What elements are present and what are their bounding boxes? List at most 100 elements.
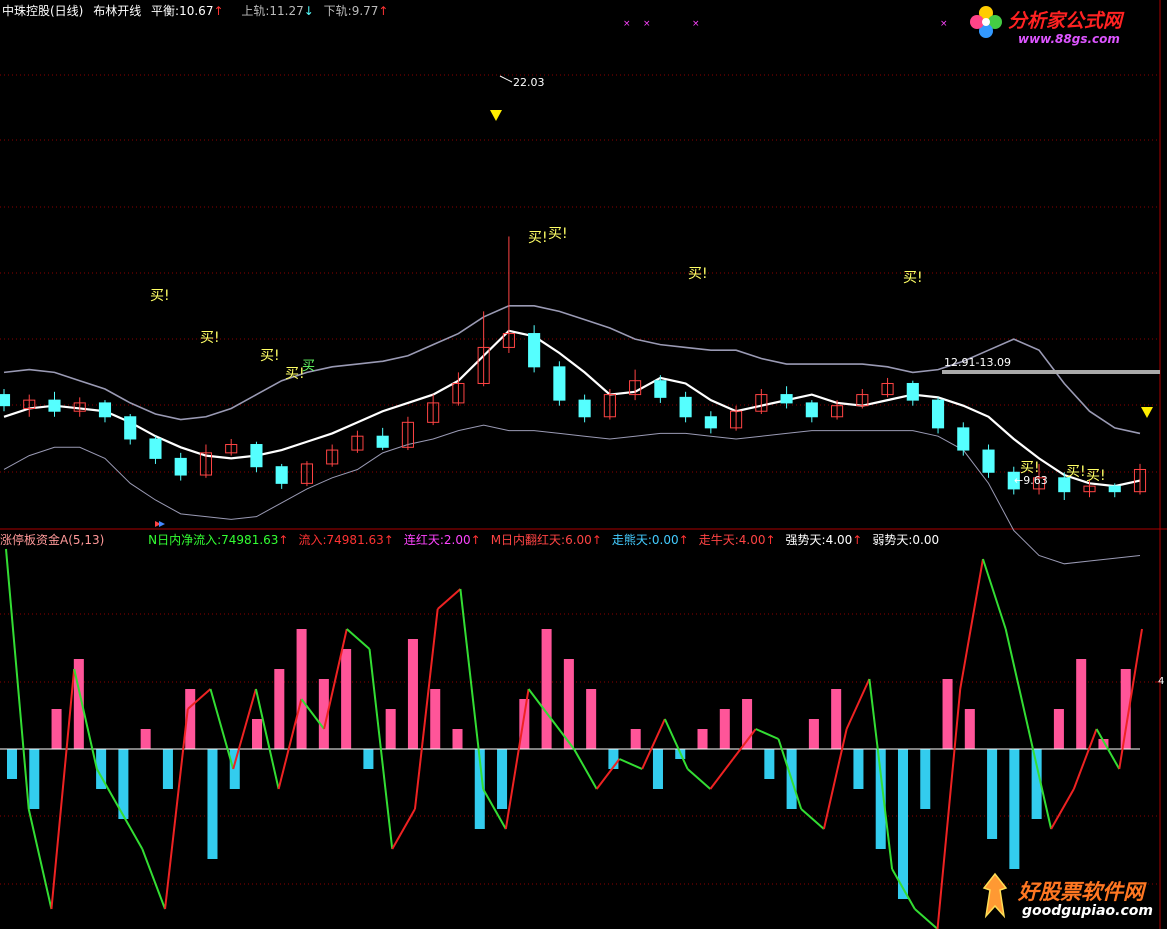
flow-line-segment bbox=[959, 558, 984, 690]
flow-line-segment bbox=[595, 758, 621, 790]
flow-line-segment bbox=[391, 808, 416, 850]
flower-logo-icon bbox=[968, 4, 1004, 40]
histogram-bar bbox=[363, 749, 374, 769]
candle-body bbox=[906, 382, 919, 401]
candle-body bbox=[982, 449, 995, 473]
candle-body bbox=[275, 466, 288, 484]
candle-body bbox=[780, 394, 793, 404]
buy-signal-label: 买! bbox=[1066, 464, 1086, 480]
histogram-bar bbox=[274, 669, 285, 749]
buy-signal-label: 买! bbox=[1086, 468, 1106, 484]
histogram-bar bbox=[1009, 749, 1020, 869]
signal-marker: × bbox=[623, 19, 631, 29]
histogram-bar bbox=[407, 639, 418, 749]
histogram-bar bbox=[541, 629, 552, 749]
flow-line-segment bbox=[914, 908, 939, 929]
candle-body bbox=[528, 333, 541, 368]
histogram-bar bbox=[920, 749, 931, 809]
histogram-bar bbox=[140, 729, 151, 749]
candle-body bbox=[553, 366, 566, 401]
candle-body bbox=[1108, 485, 1121, 493]
candle-body bbox=[124, 416, 137, 440]
flow-line-segment bbox=[459, 588, 485, 790]
histogram-bar bbox=[831, 689, 842, 749]
flow-line-segment bbox=[845, 678, 871, 730]
candle-body bbox=[931, 399, 945, 429]
flow-line-segment bbox=[755, 728, 779, 740]
candle-body bbox=[578, 399, 591, 418]
histogram-bar bbox=[808, 719, 819, 749]
chart-window: 中珠控股(日线) 布林开线 平衡:10.67↑ 上轨:11.27↓ 下轨:9.7… bbox=[0, 0, 1167, 929]
histogram-bar bbox=[7, 749, 18, 779]
buy-signal-label: 买! bbox=[528, 230, 548, 246]
buy-signal-label: 买! bbox=[150, 288, 170, 304]
flow-line-segment bbox=[663, 718, 689, 770]
histogram-bar bbox=[29, 749, 40, 809]
signal-marker: × bbox=[643, 19, 651, 29]
histogram-bar bbox=[341, 649, 352, 749]
histogram-bar bbox=[385, 709, 396, 749]
buy-signal-label: 买! bbox=[1020, 460, 1040, 476]
sell-triangle-icon bbox=[1141, 407, 1153, 418]
buy-signal-label: 买! bbox=[903, 270, 923, 286]
candle-body bbox=[704, 416, 717, 429]
top-url: www.88gs.com bbox=[1018, 32, 1120, 46]
histogram-bar bbox=[229, 749, 240, 789]
candle-body bbox=[957, 427, 970, 451]
candle-body bbox=[376, 435, 389, 448]
signal-marker: × bbox=[940, 19, 948, 29]
flow-line-segment bbox=[1004, 628, 1030, 730]
flow-line-segment bbox=[982, 558, 1007, 630]
flow-line-segment bbox=[118, 808, 144, 850]
candle-body bbox=[805, 402, 818, 418]
candle-body bbox=[98, 402, 112, 418]
range-label: 12.91-13.09 bbox=[944, 356, 1011, 369]
histogram-bar bbox=[497, 749, 508, 809]
chart-canvas[interactable]: 422.0312.91-13.09←9.63买!买!买!买!买! 买!买! 买!买!… bbox=[0, 0, 1167, 929]
flow-line-segment bbox=[164, 708, 189, 910]
flow-line-segment bbox=[141, 848, 166, 910]
sell-triangle-icon bbox=[490, 110, 502, 121]
buy-signal-label: 买! bbox=[548, 226, 568, 242]
histogram-bar bbox=[652, 749, 663, 789]
flow-line-segment bbox=[686, 768, 711, 790]
bollinger-band-2 bbox=[3, 424, 1141, 565]
histogram-bar bbox=[697, 729, 708, 749]
flow-line-segment bbox=[50, 668, 76, 910]
right-axis-tick-label: 4 bbox=[1158, 676, 1164, 687]
histogram-bar bbox=[430, 689, 441, 749]
flow-line-segment bbox=[619, 758, 643, 770]
candle-body bbox=[174, 457, 187, 476]
marker-arrow-icon bbox=[159, 521, 165, 527]
histogram-bar bbox=[1076, 659, 1087, 749]
rocket-logo-icon bbox=[980, 872, 1010, 920]
candle-body bbox=[679, 396, 692, 418]
histogram-bar bbox=[897, 749, 909, 899]
candle-body bbox=[48, 399, 61, 412]
candle-body bbox=[250, 444, 263, 468]
histogram-bar bbox=[452, 729, 463, 749]
buy-signal-label: 买! bbox=[260, 348, 280, 364]
histogram-bar bbox=[162, 749, 173, 789]
buy-signal-label: 买! bbox=[688, 266, 708, 282]
buy-signal-label: 买! bbox=[200, 330, 220, 346]
flow-line-segment bbox=[437, 588, 462, 610]
flow-line-segment bbox=[709, 758, 734, 790]
peak-leader-line bbox=[499, 75, 513, 83]
flow-line-segment bbox=[346, 628, 371, 650]
histogram-bar bbox=[719, 709, 730, 749]
histogram-bar bbox=[563, 659, 574, 749]
histogram-bar bbox=[252, 719, 263, 749]
histogram-bar bbox=[630, 729, 641, 749]
bollinger-band-1 bbox=[3, 329, 1141, 488]
peak-price-label: 22.03 bbox=[513, 76, 545, 89]
candle-body bbox=[654, 380, 667, 398]
bottom-url: goodgupiao.com bbox=[1022, 903, 1153, 919]
candle-body bbox=[0, 394, 11, 407]
flow-line-segment bbox=[1050, 788, 1075, 830]
histogram-bar bbox=[1053, 709, 1064, 749]
histogram-bar bbox=[942, 679, 953, 749]
bottom-brand: 好股票软件网 bbox=[1018, 880, 1144, 904]
histogram-bar bbox=[964, 709, 975, 749]
histogram-bar bbox=[51, 709, 62, 749]
